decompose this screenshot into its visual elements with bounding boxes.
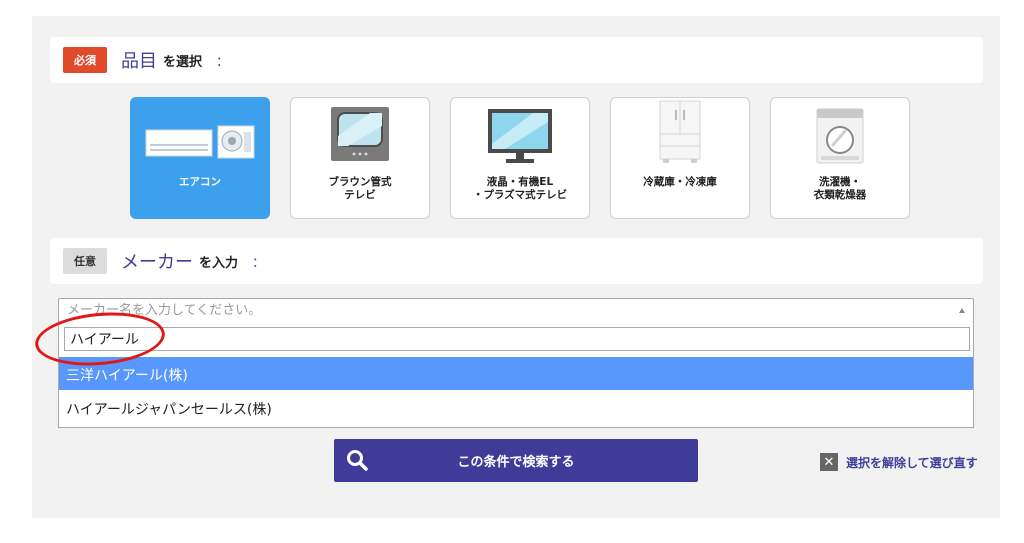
maker-colon: ：: [252, 255, 266, 271]
card-refrigerator[interactable]: 冷蔵庫・冷凍庫: [610, 97, 750, 219]
category-cards: エアコン ブラウン管式 テレビ 液晶・有機EL ・プラズマ式テレビ 冷蔵庫・冷凍…: [130, 97, 910, 219]
category-title: 品目: [121, 51, 157, 72]
card-crt-tv[interactable]: ブラウン管式 テレビ: [290, 97, 430, 219]
card-label: 冷蔵庫・冷凍庫: [643, 176, 717, 188]
category-colon: ：: [216, 54, 230, 70]
required-badge: 必須: [63, 47, 107, 73]
card-label: 液晶・有機EL ・プラズマ式テレビ: [472, 176, 568, 201]
flat-tv-icon: [488, 109, 552, 163]
card-air-conditioner[interactable]: エアコン: [130, 97, 270, 219]
category-title-suffix: を選択: [163, 54, 203, 70]
reset-selection-link[interactable]: ✕ 選択を解除して選び直す: [820, 453, 978, 471]
maker-select-placeholder: メーカー名を入力してください。: [67, 303, 262, 318]
close-icon: ✕: [820, 453, 838, 471]
card-label: エアコン: [179, 176, 221, 188]
maker-section-header: 任意 メーカー を入力 ：: [50, 238, 983, 284]
washing-machine-icon: [816, 108, 864, 164]
category-section-header: 必須 品目 を選択 ：: [50, 37, 983, 83]
crt-tv-icon: [331, 107, 389, 161]
maker-search-input[interactable]: [64, 327, 970, 351]
air-conditioner-icon: [145, 125, 255, 159]
optional-badge: 任意: [63, 248, 107, 274]
search-button-label: この条件で検索する: [457, 455, 575, 470]
maker-select[interactable]: メーカー名を入力してください。: [58, 298, 974, 323]
maker-option[interactable]: 三洋ハイアール(株): [59, 357, 973, 390]
search-icon: [347, 450, 368, 471]
maker-title: メーカー: [121, 252, 193, 273]
card-washing-machine[interactable]: 洗濯機・ 衣類乾燥器: [770, 97, 910, 219]
maker-option[interactable]: ハイアールジャパンセールス(株): [59, 391, 973, 424]
maker-dropdown: 三洋ハイアール(株) ハイアールジャパンセールス(株): [58, 322, 974, 428]
maker-title-suffix: を入力: [199, 255, 239, 271]
chevron-up-icon: [959, 308, 965, 313]
card-label: 洗濯機・ 衣類乾燥器: [813, 176, 867, 201]
reset-selection-label: 選択を解除して選び直す: [846, 455, 978, 470]
refrigerator-icon: [659, 100, 701, 163]
card-flat-tv[interactable]: 液晶・有機EL ・プラズマ式テレビ: [450, 97, 590, 219]
card-label: ブラウン管式 テレビ: [328, 176, 392, 201]
search-button[interactable]: この条件で検索する: [334, 439, 698, 482]
